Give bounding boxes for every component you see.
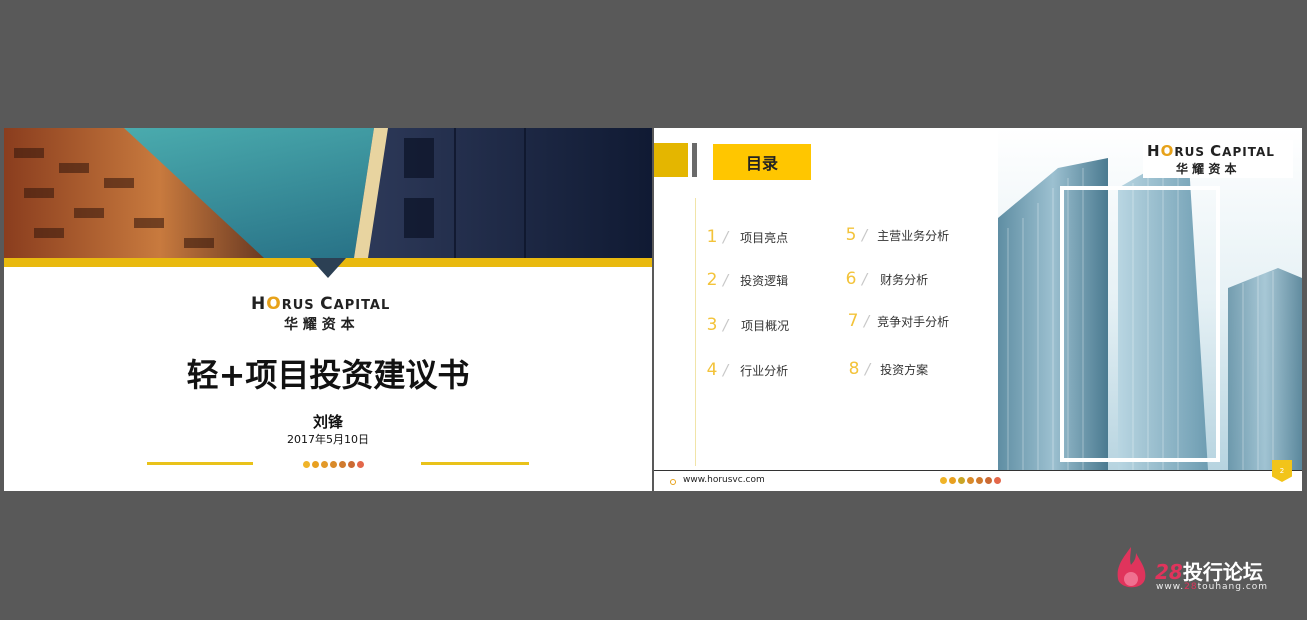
logo-wordmark: HORUS CAPITAL [251, 294, 391, 314]
decorative-dot [330, 461, 337, 468]
slash-icon: / [723, 316, 729, 334]
bullet-icon [670, 479, 676, 485]
toc-number: 8 [848, 359, 860, 379]
toc-label: 项目概况 [741, 319, 790, 333]
toc-divider [695, 198, 696, 466]
slash-icon: / [862, 226, 868, 244]
author-name: 刘锋 [312, 413, 343, 431]
logo-chinese: 华 耀 资 本 [1176, 162, 1237, 176]
toc-item-2[interactable]: 2 / 投资逻辑 [705, 270, 789, 290]
toc-label: 竞争对手分析 [877, 315, 950, 329]
page-number-badge: 2 [1272, 460, 1292, 482]
watermark-url: www.28touhang.com [1156, 582, 1269, 592]
decorative-dot [312, 461, 319, 468]
toc-number: 5 [845, 225, 857, 245]
toc-heading: 目录 [713, 144, 811, 180]
band-notch [310, 258, 346, 278]
decorative-dot [958, 477, 965, 484]
toc-item-1[interactable]: 1 / 项目亮点 [705, 227, 789, 247]
toc-item-5[interactable]: 5 / 主营业务分析 [844, 225, 950, 245]
decorative-dot [976, 477, 983, 484]
logo-chinese: 华 耀 资 本 [284, 317, 355, 333]
logo-wordmark: HORUS CAPITAL [1147, 142, 1275, 160]
slash-icon: / [723, 228, 729, 246]
toc-item-3[interactable]: 3 / 项目概况 [705, 315, 790, 335]
website-url[interactable]: www.horusvc.com [683, 475, 765, 485]
toc-item-7[interactable]: 7 / 竞争对手分析 [846, 311, 950, 331]
toc-number: 3 [706, 315, 718, 335]
slide-2[interactable]: 目录 1 / 项目亮点 2 / 投资逻辑 3 / 项目概况 4 / 行业分析 5… [654, 128, 1302, 491]
toc-label: 财务分析 [880, 273, 929, 287]
heading-accent-bar [692, 143, 697, 177]
decorative-dots [940, 477, 1001, 484]
toc-label: 行业分析 [740, 364, 789, 378]
watermark-flame-icon [1114, 545, 1148, 593]
decorative-dot [994, 477, 1001, 484]
footer-line-left [147, 462, 253, 465]
toc-number: 4 [706, 360, 718, 380]
decorative-dot [303, 461, 310, 468]
toc-number: 7 [847, 311, 859, 331]
decorative-dots [303, 461, 364, 468]
presentation-date: 2017年5月10日 [287, 433, 369, 446]
toc-item-4[interactable]: 4 / 行业分析 [705, 360, 789, 380]
heading-accent-block [654, 143, 688, 177]
decorative-dot [940, 477, 947, 484]
toc-number: 1 [706, 227, 718, 247]
slash-icon: / [723, 271, 729, 289]
toc-label: 投资方案 [880, 363, 929, 377]
footer-line [654, 470, 1302, 471]
toc-number: 2 [706, 270, 718, 290]
slash-icon: / [862, 270, 868, 288]
hero-image [4, 128, 652, 258]
decorative-dot [357, 461, 364, 468]
presentation-title: 轻+项目投资建议书 [186, 356, 470, 394]
slash-icon: / [864, 312, 870, 330]
toc-label: 主营业务分析 [877, 229, 950, 243]
toc-item-8[interactable]: 8 / 投资方案 [847, 359, 929, 379]
decorative-dot [949, 477, 956, 484]
decorative-dot [967, 477, 974, 484]
footer-line-right [421, 462, 529, 465]
decorative-dot [321, 461, 328, 468]
toc-number: 6 [845, 269, 857, 289]
slide-1[interactable]: HORUS CAPITAL 华 耀 资 本 轻+项目投资建议书 刘锋 2017年… [4, 128, 652, 491]
decorative-dot [339, 461, 346, 468]
toc-label: 投资逻辑 [740, 274, 789, 288]
building-image [998, 128, 1302, 470]
decorative-dot [985, 477, 992, 484]
toc-item-6[interactable]: 6 / 财务分析 [844, 269, 929, 289]
decorative-dot [348, 461, 355, 468]
slash-icon: / [723, 361, 729, 379]
toc-label: 项目亮点 [740, 231, 789, 245]
slash-icon: / [865, 360, 871, 378]
watermark-brand: 28投行论坛 [1155, 560, 1263, 584]
